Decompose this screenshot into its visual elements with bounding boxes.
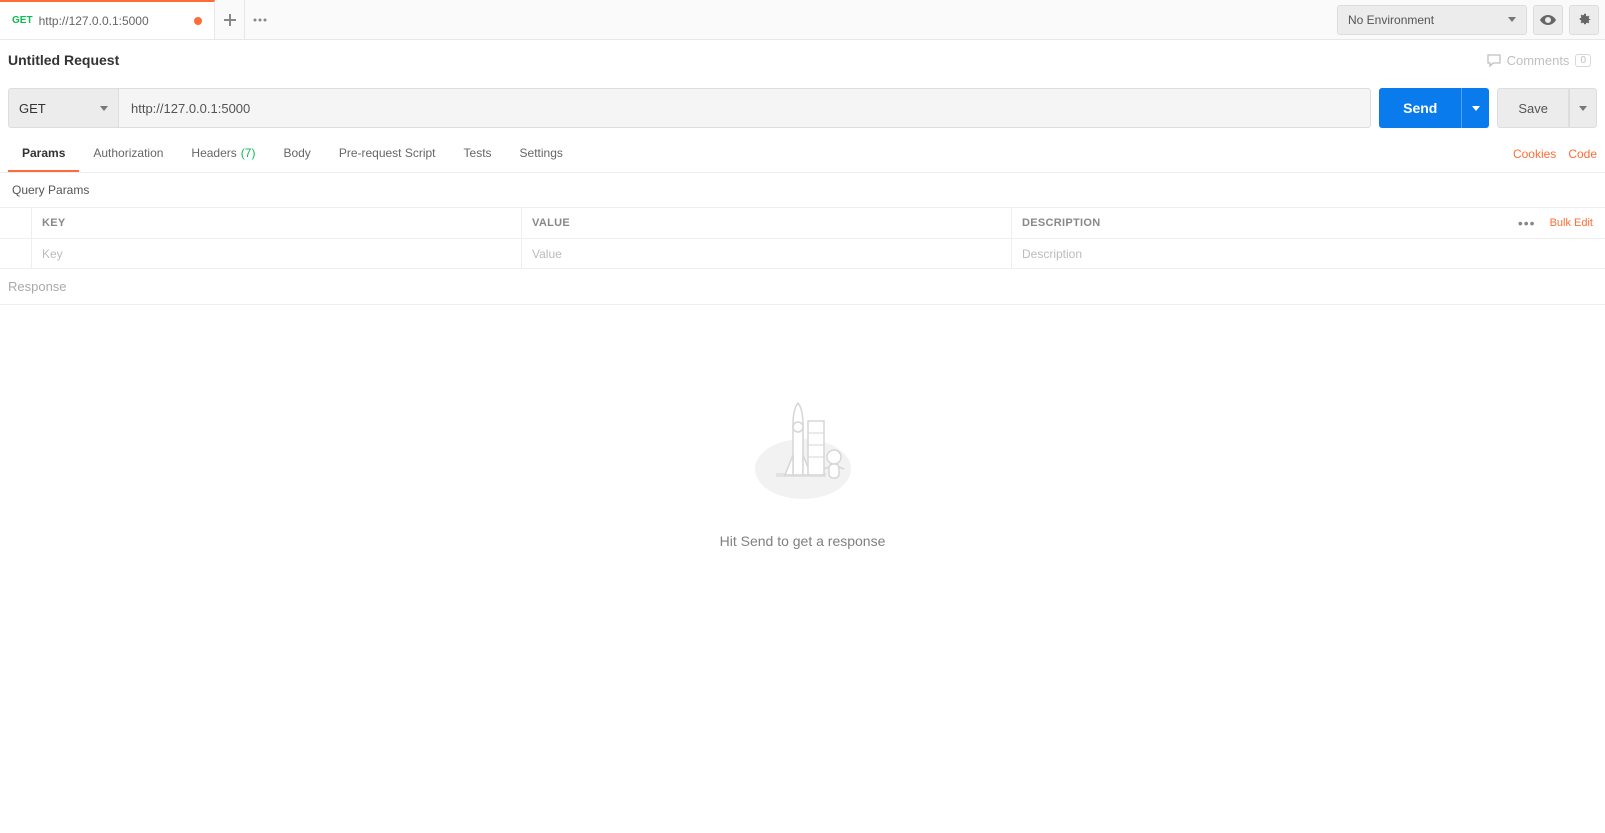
environment-select[interactable]: No Environment bbox=[1337, 5, 1527, 35]
tab-body[interactable]: Body bbox=[269, 136, 324, 172]
tab-title-label: http://127.0.0.1:5000 bbox=[39, 14, 188, 28]
response-empty-state: Hit Send to get a response bbox=[0, 305, 1605, 549]
environment-area: No Environment bbox=[1337, 5, 1605, 35]
response-empty-message: Hit Send to get a response bbox=[720, 533, 886, 549]
method-label: GET bbox=[19, 101, 46, 116]
url-row: GET Send Save bbox=[0, 80, 1605, 136]
save-group: Save bbox=[1497, 88, 1597, 128]
params-desc-header: DESCRIPTION bbox=[1012, 208, 1465, 238]
request-title-row: Untitled Request Comments 0 bbox=[0, 40, 1605, 80]
send-button[interactable]: Send bbox=[1379, 88, 1461, 128]
ellipsis-icon bbox=[253, 18, 267, 22]
rocket-illustration-icon bbox=[748, 395, 858, 505]
params-more-button[interactable]: ••• bbox=[1518, 215, 1536, 231]
chevron-down-icon bbox=[1508, 17, 1516, 22]
query-params-label: Query Params bbox=[0, 173, 1605, 207]
request-tab[interactable]: GET http://127.0.0.1:5000 bbox=[0, 0, 215, 39]
send-group: Send bbox=[1379, 88, 1489, 128]
tab-authorization[interactable]: Authorization bbox=[79, 136, 177, 172]
tab-headers[interactable]: Headers (7) bbox=[177, 136, 269, 172]
params-table-tools: ••• Bulk Edit bbox=[1465, 215, 1605, 231]
tab-tests[interactable]: Tests bbox=[450, 136, 506, 172]
send-dropdown-button[interactable] bbox=[1461, 88, 1489, 128]
params-value-input[interactable] bbox=[532, 247, 1001, 261]
response-label: Response bbox=[0, 269, 1605, 305]
new-tab-button[interactable] bbox=[215, 0, 245, 39]
url-input[interactable] bbox=[118, 88, 1371, 128]
params-row bbox=[0, 238, 1605, 268]
chevron-down-icon bbox=[100, 106, 108, 111]
chevron-down-icon bbox=[1472, 106, 1480, 111]
tab-prerequest[interactable]: Pre-request Script bbox=[325, 136, 450, 172]
chevron-down-icon bbox=[1579, 106, 1587, 111]
gear-icon bbox=[1577, 13, 1591, 27]
request-title[interactable]: Untitled Request bbox=[8, 52, 119, 68]
plus-icon bbox=[224, 14, 236, 26]
comments-label: Comments bbox=[1507, 53, 1570, 68]
headers-count-badge: (7) bbox=[241, 146, 256, 160]
request-config-tabs: Params Authorization Headers (7) Body Pr… bbox=[8, 136, 577, 172]
request-config-tabs-row: Params Authorization Headers (7) Body Pr… bbox=[0, 136, 1605, 173]
url-group: GET bbox=[8, 88, 1371, 128]
params-desc-input[interactable] bbox=[1022, 247, 1455, 261]
bulk-edit-link[interactable]: Bulk Edit bbox=[1550, 217, 1593, 229]
tab-params[interactable]: Params bbox=[8, 136, 79, 172]
tab-bar: GET http://127.0.0.1:5000 No Environment bbox=[0, 0, 1605, 40]
tab-method-label: GET bbox=[12, 15, 33, 26]
save-button[interactable]: Save bbox=[1497, 88, 1569, 128]
environment-quicklook-button[interactable] bbox=[1533, 5, 1563, 35]
params-table-header: KEY VALUE DESCRIPTION ••• Bulk Edit bbox=[0, 208, 1605, 238]
settings-button[interactable] bbox=[1569, 5, 1599, 35]
tab-settings[interactable]: Settings bbox=[506, 136, 577, 172]
comments-count-badge: 0 bbox=[1575, 54, 1591, 67]
tab-headers-label: Headers bbox=[191, 146, 236, 160]
comment-icon bbox=[1487, 54, 1501, 67]
code-link[interactable]: Code bbox=[1568, 147, 1597, 161]
eye-icon bbox=[1540, 15, 1556, 25]
comments-button[interactable]: Comments 0 bbox=[1487, 53, 1591, 68]
environment-label: No Environment bbox=[1348, 13, 1434, 27]
params-checkbox-header bbox=[0, 208, 32, 238]
cookies-link[interactable]: Cookies bbox=[1513, 147, 1556, 161]
params-key-header: KEY bbox=[32, 208, 522, 238]
params-table: KEY VALUE DESCRIPTION ••• Bulk Edit bbox=[0, 207, 1605, 269]
params-key-input[interactable] bbox=[42, 247, 511, 261]
tab-overflow-button[interactable] bbox=[245, 0, 275, 39]
save-dropdown-button[interactable] bbox=[1569, 88, 1597, 128]
unsaved-dot-icon bbox=[194, 17, 202, 25]
params-row-checkbox[interactable] bbox=[0, 239, 32, 268]
params-value-header: VALUE bbox=[522, 208, 1012, 238]
method-select[interactable]: GET bbox=[8, 88, 118, 128]
